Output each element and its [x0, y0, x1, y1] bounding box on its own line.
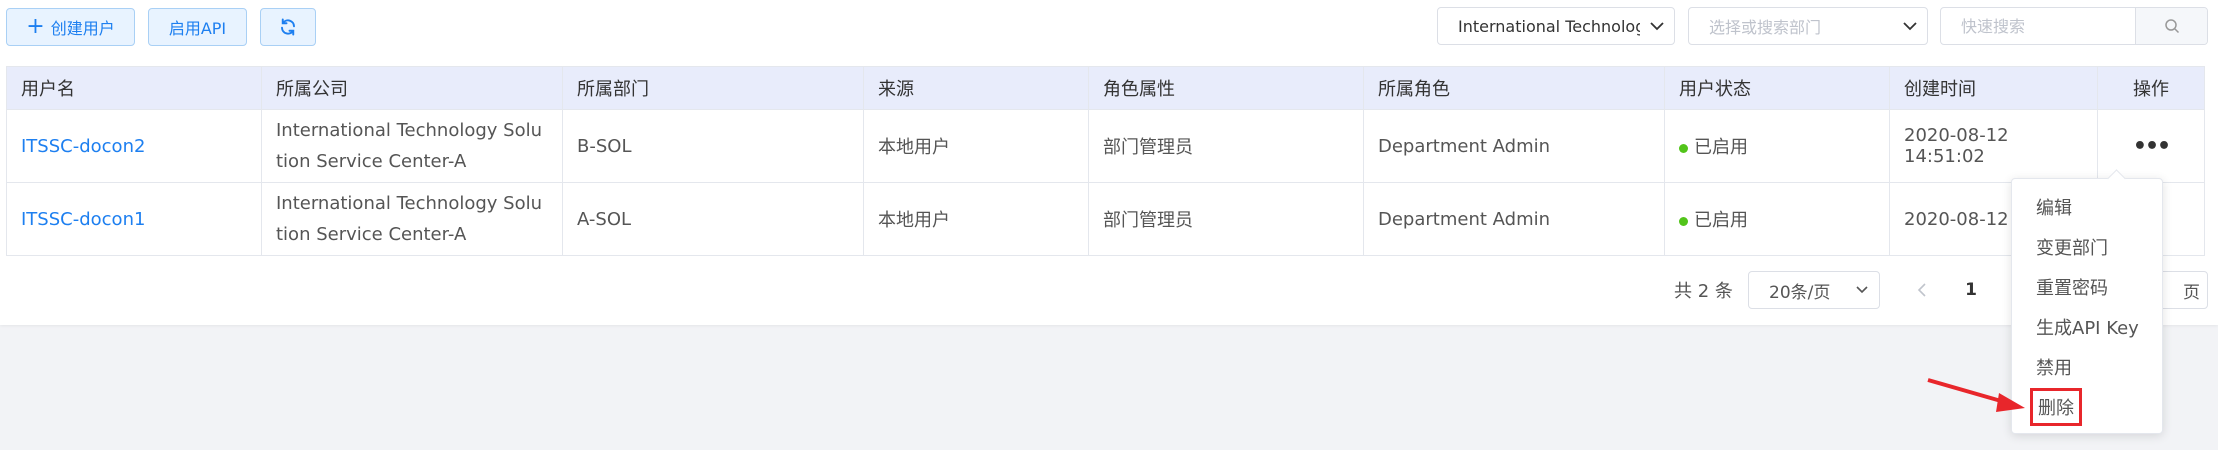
- status-cell: 已启用: [1664, 109, 1890, 183]
- department-select[interactable]: 选择或搜索部门: [1688, 7, 1928, 45]
- company-cell: International Technology Solution Servic…: [261, 109, 563, 183]
- search-button[interactable]: [2135, 8, 2207, 44]
- company-select[interactable]: International Technology Solution Servic…: [1437, 7, 1675, 45]
- create-user-label: 创建用户: [50, 19, 115, 38]
- page-size-value: 20条/页: [1769, 282, 1831, 303]
- source-cell: 本地用户: [863, 109, 1089, 183]
- role-attribute-cell: 部门管理员: [1088, 182, 1364, 256]
- company-cell: International Technology Solution Servic…: [261, 182, 563, 256]
- status-cell: 已启用: [1664, 182, 1890, 256]
- action-dropdown-menu: 编辑 变更部门 重置密码 生成API Key 禁用 删除: [2011, 178, 2163, 434]
- created-cell: 2020-08-12 14:51:02: [1889, 109, 2098, 183]
- enable-api-button[interactable]: 启用API: [148, 8, 247, 46]
- table-header-row: 用户名 所属公司 所属部门 来源 角色属性 所属角色 用户状态 创建时间 操作: [6, 66, 2205, 110]
- search-icon: [2164, 19, 2179, 34]
- chevron-down-icon: [1845, 286, 1879, 294]
- quick-search: [1940, 7, 2208, 45]
- table-row: ITSSC-docon2 International Technology So…: [6, 109, 2205, 183]
- status-text: 已启用: [1694, 210, 1748, 231]
- menu-item-edit[interactable]: 编辑: [2012, 187, 2162, 227]
- menu-item-label: 禁用: [2036, 358, 2072, 379]
- chevron-down-icon: [1640, 8, 1674, 44]
- header-role[interactable]: 所属角色: [1363, 66, 1665, 110]
- menu-item-label: 删除: [2030, 388, 2082, 426]
- status-dot-icon: [1679, 143, 1688, 153]
- header-actions: 操作: [2097, 66, 2205, 110]
- chevron-down-icon: [1893, 8, 1927, 44]
- toolbar: + 创建用户 启用API International Technology So…: [0, 0, 2218, 66]
- page-number-current[interactable]: 1: [1960, 271, 1982, 309]
- user-management-panel: + 创建用户 启用API International Technology So…: [0, 0, 2218, 325]
- page-suffix-label: 页: [2183, 282, 2200, 303]
- menu-item-generate-api-key[interactable]: 生成API Key: [2012, 307, 2162, 347]
- menu-item-disable[interactable]: 禁用: [2012, 347, 2162, 387]
- department-cell: B-SOL: [562, 109, 864, 183]
- role-cell: Department Admin: [1363, 182, 1665, 256]
- more-actions-icon[interactable]: •••: [2133, 134, 2171, 159]
- header-company[interactable]: 所属公司: [261, 66, 563, 110]
- create-user-button[interactable]: + 创建用户: [6, 8, 135, 46]
- department-cell: A-SOL: [562, 182, 864, 256]
- search-input[interactable]: [1941, 8, 2135, 44]
- enable-api-label: 启用API: [168, 19, 227, 38]
- menu-item-label: 编辑: [2036, 198, 2072, 219]
- chevron-left-icon: [1917, 283, 1926, 297]
- department-select-placeholder: 选择或搜索部门: [1709, 18, 1822, 37]
- header-username[interactable]: 用户名: [6, 66, 262, 110]
- pagination-total: 共 2 条: [1674, 281, 1733, 302]
- source-cell: 本地用户: [863, 182, 1089, 256]
- plus-icon: +: [26, 14, 45, 39]
- header-status[interactable]: 用户状态: [1664, 66, 1890, 110]
- table-row: ITSSC-docon1 International Technology So…: [6, 182, 2205, 256]
- status-dot-icon: [1679, 216, 1688, 226]
- username-link[interactable]: ITSSC-docon2: [6, 109, 262, 183]
- refresh-button[interactable]: [260, 8, 316, 46]
- refresh-icon: [281, 18, 295, 36]
- header-created[interactable]: 创建时间: [1889, 66, 2098, 110]
- company-select-value: International Technology Solution Servic…: [1458, 16, 1640, 36]
- header-source[interactable]: 来源: [863, 66, 1089, 110]
- menu-item-label: 变更部门: [2036, 238, 2108, 259]
- role-attribute-cell: 部门管理员: [1088, 109, 1364, 183]
- menu-item-change-department[interactable]: 变更部门: [2012, 227, 2162, 267]
- username-link[interactable]: ITSSC-docon1: [6, 182, 262, 256]
- header-department[interactable]: 所属部门: [562, 66, 864, 110]
- menu-item-reset-password[interactable]: 重置密码: [2012, 267, 2162, 307]
- menu-item-delete[interactable]: 删除: [2012, 387, 2162, 427]
- role-cell: Department Admin: [1363, 109, 1665, 183]
- status-text: 已启用: [1694, 137, 1748, 158]
- user-table: 用户名 所属公司 所属部门 来源 角色属性 所属角色 用户状态 创建时间 操作 …: [6, 66, 2205, 256]
- menu-item-label: 生成API Key: [2036, 318, 2139, 339]
- page-size-select[interactable]: 20条/页: [1748, 271, 1880, 309]
- menu-item-label: 重置密码: [2036, 278, 2108, 299]
- prev-page-button[interactable]: [1908, 271, 1934, 309]
- header-role-attribute[interactable]: 角色属性: [1088, 66, 1364, 110]
